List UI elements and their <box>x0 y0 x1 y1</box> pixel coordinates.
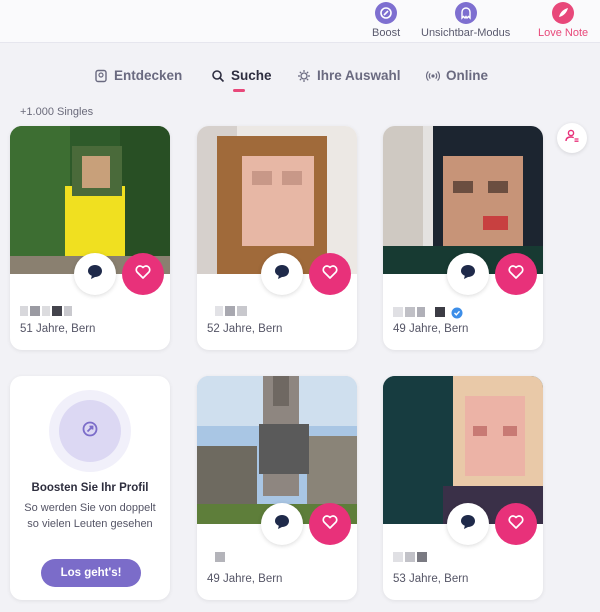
profile-name-blurred <box>20 306 72 316</box>
chat-bubble-icon <box>86 263 104 286</box>
ghost-icon <box>454 2 477 24</box>
profile-photo[interactable] <box>197 126 357 274</box>
message-button[interactable] <box>261 503 303 545</box>
profile-info: 49 Jahre, Bern <box>207 573 283 585</box>
like-button[interactable] <box>122 253 164 295</box>
filter-button[interactable] <box>557 123 587 153</box>
boost-promo-card: Boosten Sie Ihr Profil So werden Sie von… <box>10 376 170 600</box>
heart-icon <box>134 263 152 286</box>
profile-info: 49 Jahre, Bern <box>393 323 469 335</box>
tab-suche[interactable]: Suche <box>211 68 272 83</box>
profile-info: 52 Jahre, Bern <box>207 323 283 335</box>
like-button[interactable] <box>495 503 537 545</box>
boost-icon <box>80 419 100 444</box>
tab-online[interactable]: Online <box>426 68 488 83</box>
tab-label: Suche <box>231 68 272 83</box>
like-button[interactable] <box>309 253 351 295</box>
profile-name-blurred <box>215 306 247 316</box>
invisible-mode-label: Unsichtbar-Modus <box>421 27 511 39</box>
top-bar: Boost Unsichtbar-Modus Love Note <box>0 0 600 43</box>
chat-bubble-icon <box>459 513 477 536</box>
like-button[interactable] <box>309 503 351 545</box>
message-button[interactable] <box>447 503 489 545</box>
boost-illustration <box>49 390 131 472</box>
results-count: +1.000 Singles <box>20 106 94 118</box>
tab-entdecken[interactable]: Entdecken <box>94 68 182 83</box>
chat-bubble-icon <box>459 263 477 286</box>
profile-card[interactable]: 49 Jahre, Bern <box>197 376 357 600</box>
boost-title: Boosten Sie Ihr Profil <box>31 482 149 494</box>
user-filter-icon <box>564 128 580 149</box>
active-tab-indicator <box>233 89 245 92</box>
search-icon <box>211 69 225 83</box>
love-note-label: Love Note <box>538 27 589 39</box>
boost-description: So werden Sie von doppelt so vielen Leut… <box>24 502 156 530</box>
profile-card[interactable]: 52 Jahre, Bern <box>197 126 357 350</box>
discover-icon <box>94 69 108 83</box>
tab-bar: Entdecken Suche Ihre Auswahl Online <box>0 68 600 92</box>
profile-photo[interactable] <box>10 126 170 274</box>
rocket-icon <box>552 2 575 24</box>
message-button[interactable] <box>261 253 303 295</box>
heart-icon <box>321 513 339 536</box>
profile-name-blurred <box>215 552 225 562</box>
verified-badge-icon <box>451 306 463 319</box>
heart-icon <box>507 263 525 286</box>
profile-card[interactable]: 51 Jahre, Bern <box>10 126 170 350</box>
profile-info: 51 Jahre, Bern <box>20 323 96 335</box>
profile-photo[interactable] <box>383 126 543 274</box>
tab-label: Entdecken <box>114 68 183 83</box>
boost-label: Boost <box>372 27 401 39</box>
profile-name-blurred <box>393 306 463 319</box>
heart-icon <box>321 263 339 286</box>
message-button[interactable] <box>74 253 116 295</box>
profile-name-blurred <box>393 552 427 562</box>
tab-ihre-auswahl[interactable]: Ihre Auswahl <box>297 68 401 83</box>
tab-label: Online <box>446 68 489 83</box>
love-note-button[interactable]: Love Note <box>538 2 588 39</box>
message-button[interactable] <box>447 253 489 295</box>
profile-card[interactable]: 53 Jahre, Bern <box>383 376 543 600</box>
tab-label: Ihre Auswahl <box>317 68 401 83</box>
boost-button[interactable]: Boost <box>372 2 400 39</box>
online-icon <box>426 69 440 83</box>
boost-icon <box>375 2 398 24</box>
profile-photo[interactable] <box>383 376 543 524</box>
invisible-mode-button[interactable]: Unsichtbar-Modus <box>421 2 510 39</box>
like-button[interactable] <box>495 253 537 295</box>
selection-icon <box>297 69 311 83</box>
chat-bubble-icon <box>273 513 291 536</box>
profile-info: 53 Jahre, Bern <box>393 573 469 585</box>
chat-bubble-icon <box>273 263 291 286</box>
profile-card[interactable]: 49 Jahre, Bern <box>383 126 543 350</box>
boost-cta-button[interactable]: Los geht's! <box>41 559 141 587</box>
profile-photo[interactable] <box>197 376 357 524</box>
heart-icon <box>507 513 525 536</box>
